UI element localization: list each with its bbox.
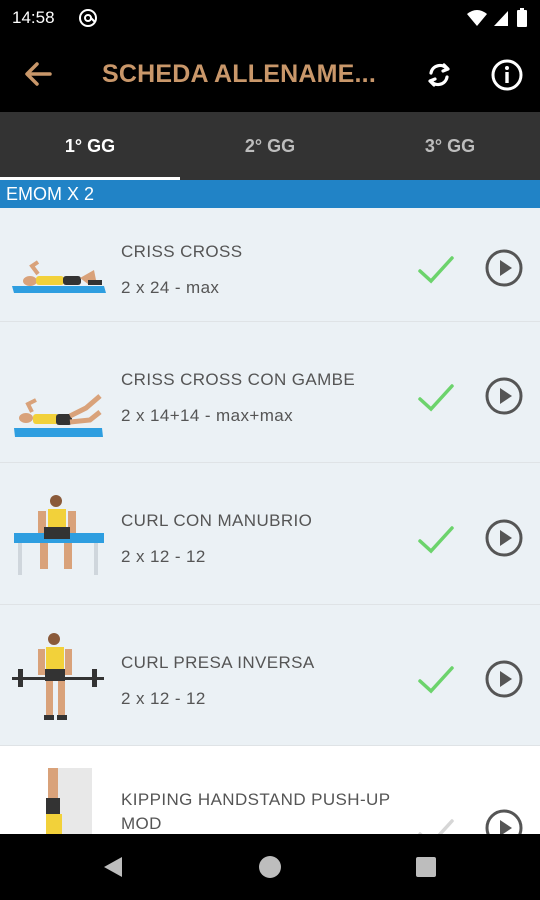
exercise-reps: 2 x 12 - 12	[121, 689, 206, 708]
cellular-signal-icon	[494, 11, 508, 26]
play-circle-icon[interactable]	[484, 376, 524, 416]
battery-icon	[517, 8, 527, 27]
exercise-name: CRISS CROSS CON GAMBE	[121, 370, 356, 389]
play-circle-icon[interactable]	[484, 518, 524, 558]
play-circle-icon[interactable]	[484, 659, 524, 699]
exercise-name: CURL PRESA INVERSA	[121, 653, 315, 672]
play-circle-icon[interactable]	[484, 808, 524, 834]
wifi-icon	[467, 10, 487, 26]
check-icon[interactable]	[416, 663, 456, 697]
exercise-list: CRISS CROSS 2 x 24 - max CRISS CROSS CON…	[0, 208, 540, 834]
exercise-row[interactable]: KIPPING HANDSTAND PUSH-UP MOD	[0, 746, 540, 834]
at-sign-icon	[79, 9, 97, 27]
exercise-reps: 2 x 24 - max	[121, 278, 220, 297]
nav-recents-icon[interactable]	[414, 855, 438, 879]
exercise-name: CURL CON MANUBRIO	[121, 511, 313, 530]
exercise-row[interactable]: CURL PRESA INVERSA 2 x 12 - 12	[0, 605, 540, 746]
check-icon[interactable]	[416, 381, 456, 415]
check-icon[interactable]	[416, 523, 456, 557]
handstand-pushup-figure	[46, 768, 92, 834]
criss-cross-figure	[12, 260, 106, 293]
reverse-grip-curl-figure	[12, 633, 104, 720]
day-tabs: 1° GG 2° GG 3° GG	[0, 112, 540, 180]
tab-day-3[interactable]: 3° GG	[360, 112, 540, 180]
sync-icon[interactable]	[420, 56, 458, 94]
app-bar: SCHEDA ALLENAME...	[0, 36, 540, 112]
exercise-row[interactable]: CURL CON MANUBRIO 2 x 12 - 12	[0, 463, 540, 605]
system-nav-bar	[0, 834, 540, 900]
status-bar: 14:58	[0, 0, 540, 36]
tab-day-1[interactable]: 1° GG	[0, 112, 180, 180]
exercise-row[interactable]: CRISS CROSS CON GAMBE 2 x 14+14 - max+ma…	[0, 322, 540, 463]
criss-cross-legs-figure	[14, 394, 103, 437]
back-arrow-icon[interactable]	[20, 56, 56, 92]
section-header: EMOM X 2	[0, 180, 540, 208]
exercise-name: CRISS CROSS	[121, 242, 243, 261]
status-time: 14:58	[12, 8, 55, 27]
page-title: SCHEDA ALLENAME...	[102, 60, 376, 88]
section-title: EMOM X 2	[6, 184, 95, 204]
dumbbell-curl-figure	[14, 495, 104, 575]
tab-day-2[interactable]: 2° GG	[180, 112, 360, 180]
exercise-reps: 2 x 14+14 - max+max	[121, 406, 294, 425]
nav-back-icon[interactable]	[100, 854, 126, 880]
exercise-reps: 2 x 12 - 12	[121, 547, 206, 566]
exercise-row[interactable]: CRISS CROSS 2 x 24 - max	[0, 208, 540, 322]
info-icon[interactable]	[488, 56, 526, 94]
check-icon[interactable]	[416, 816, 456, 834]
check-icon[interactable]	[416, 253, 456, 287]
exercise-name: KIPPING HANDSTAND PUSH-UP MOD	[121, 790, 391, 833]
nav-home-icon[interactable]	[257, 854, 283, 880]
play-circle-icon[interactable]	[484, 248, 524, 288]
